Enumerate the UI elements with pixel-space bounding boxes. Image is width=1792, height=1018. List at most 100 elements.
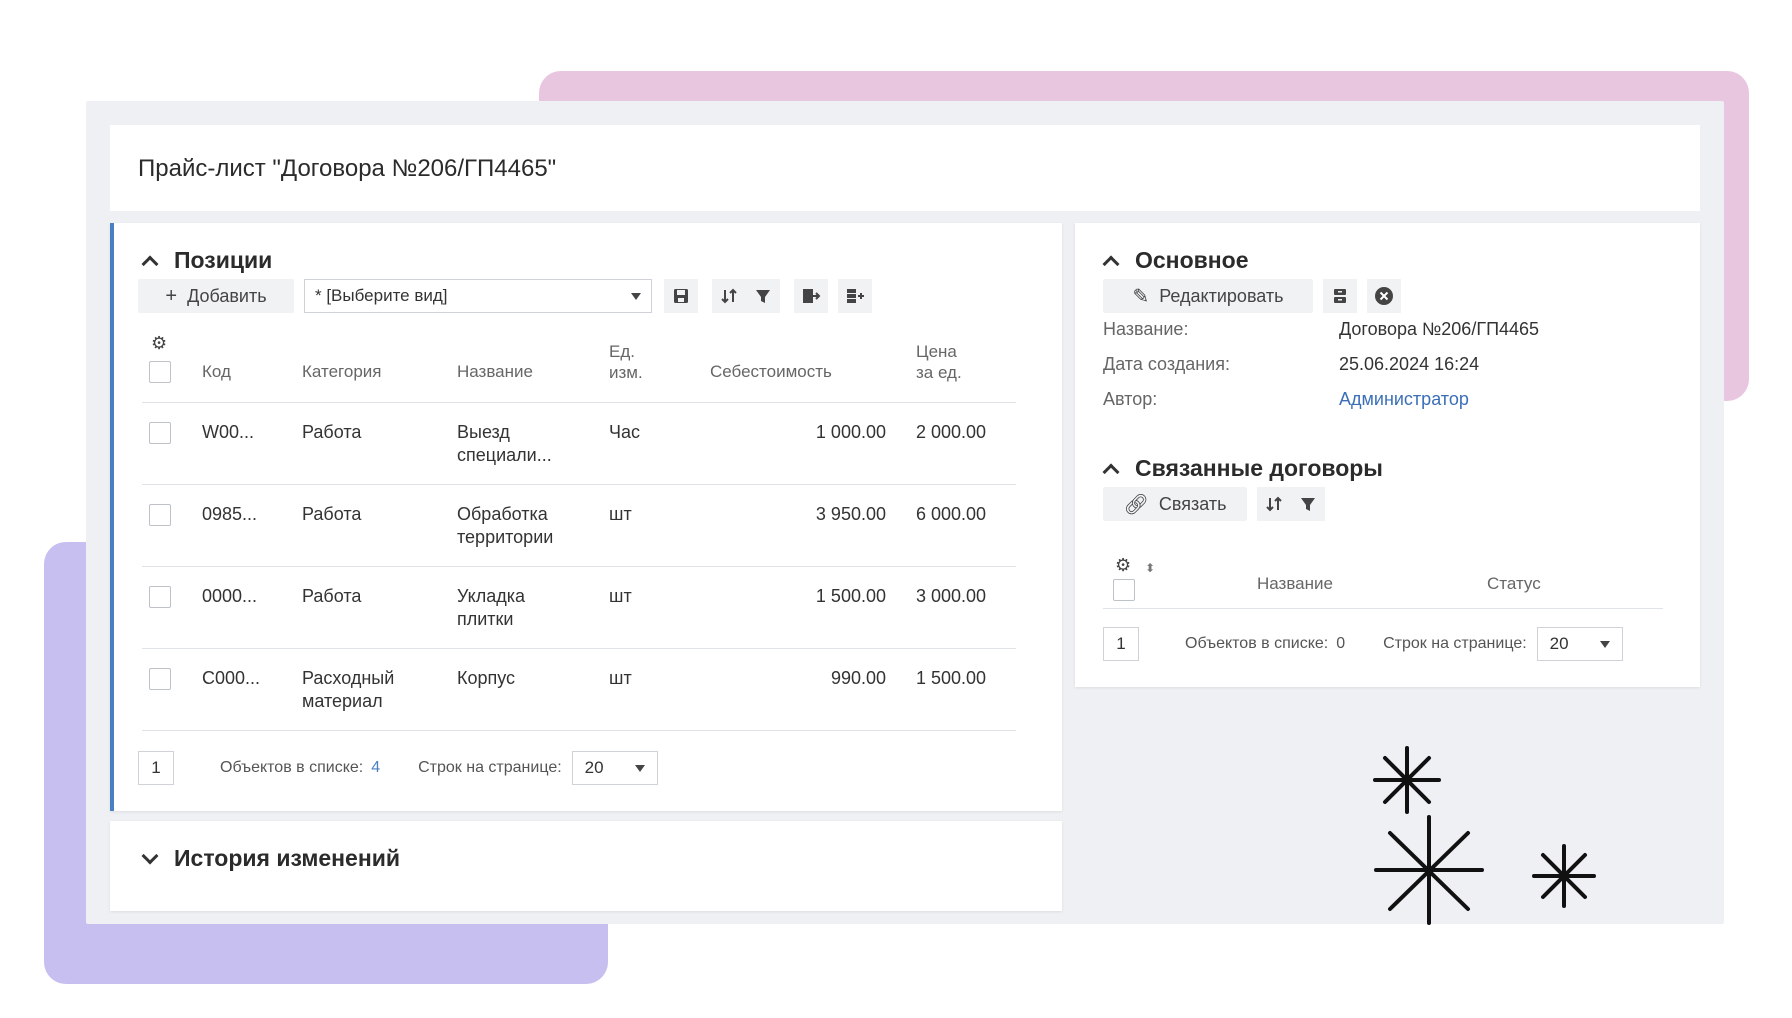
gear-icon[interactable]: ⚙ [151, 333, 167, 354]
table-row[interactable]: 0985... Работа Обработка территории шт 3 … [142, 485, 1016, 567]
cell-unit: шт [609, 586, 632, 606]
rows-label: Строк на странице: [418, 759, 562, 776]
chevron-down-icon [1599, 640, 1610, 648]
row-checkbox[interactable] [149, 422, 171, 444]
chevron-up-icon [1102, 463, 1120, 480]
export-button[interactable] [794, 279, 828, 313]
cell-name: Выезд специали... [457, 421, 552, 467]
sort-button[interactable] [1257, 487, 1291, 521]
col-status[interactable]: Статус [1487, 573, 1541, 594]
cell-code: 0000... [202, 586, 258, 606]
cell-category: Работа [302, 421, 361, 444]
cell-price: 1 500.00 [916, 668, 987, 688]
history-panel: История изменений [110, 821, 1062, 911]
sort-arrows-icon[interactable]: ⬍ [1145, 561, 1155, 575]
row-checkbox[interactable] [149, 504, 171, 526]
cell-unit: Час [609, 422, 641, 442]
field-created-label: Дата создания: [1103, 354, 1230, 374]
archive-button[interactable] [1323, 279, 1357, 313]
table-row[interactable]: W00... Работа Выезд специали... Час 1 000… [142, 403, 1016, 485]
related-title: Связанные договоры [1135, 455, 1383, 481]
cell-name-line1: Обработка [457, 504, 548, 524]
edit-button-label: Редактировать [1159, 285, 1284, 306]
col-cost[interactable]: Себестоимость [710, 361, 832, 382]
page-title: Прайс-лист "Договора №206/ГП4465" [138, 155, 557, 182]
title-card: Прайс-лист "Договора №206/ГП4465" [110, 125, 1700, 211]
col-price-line2: за ед. [916, 363, 962, 382]
count-value: 4 [371, 759, 381, 776]
positions-header[interactable]: Позиции [141, 247, 273, 274]
cell-code: 0985... [202, 504, 258, 524]
positions-table: ⚙ Код Категория Название Ед. изм. Себест… [142, 331, 1016, 731]
chevron-down-icon [631, 292, 641, 300]
rows-per-page-value: 20 [584, 758, 604, 777]
col-unit[interactable]: Ед. изм. [609, 341, 643, 383]
cell-unit: шт [609, 504, 632, 524]
cell-name-line2: плитки [457, 609, 514, 629]
link-icon: 🔗︎ [1123, 493, 1149, 516]
page-number[interactable]: 1 [1103, 627, 1139, 661]
cell-price: 6 000.00 [916, 504, 987, 524]
page-number[interactable]: 1 [138, 751, 174, 785]
count-label: Объектов в списке: [220, 759, 364, 776]
link-button[interactable]: 🔗︎ Связать [1103, 487, 1247, 521]
save-button[interactable] [664, 279, 698, 313]
col-price-line1: Цена [916, 342, 957, 361]
filter-button[interactable] [1291, 487, 1325, 521]
rows-per-page-select[interactable]: 20 [571, 751, 658, 785]
columns-button[interactable] [838, 279, 872, 313]
author-link[interactable]: Администратор [1339, 389, 1469, 410]
rows-per-page-select[interactable]: 20 [1536, 627, 1623, 661]
view-select[interactable]: * [Выберите вид] [304, 279, 652, 313]
related-pager: 1 Объектов в списке: 0 Строк на странице… [1103, 627, 1623, 661]
main-toolbar: ✎ Редактировать [1103, 279, 1401, 313]
select-all-checkbox[interactable] [149, 361, 171, 383]
table-row[interactable]: C000... Расходный материал Корпус шт 990.… [142, 649, 1016, 731]
col-category[interactable]: Категория [302, 361, 381, 382]
main-header[interactable]: Основное [1102, 247, 1249, 274]
rows-per-page-value: 20 [1549, 634, 1569, 653]
cell-name-line2: территории [457, 527, 554, 547]
select-all-checkbox[interactable] [1113, 579, 1135, 601]
history-header[interactable]: История изменений [141, 845, 400, 872]
cell-category-line1: Работа [302, 504, 362, 524]
chevron-down-icon [141, 847, 159, 864]
related-toolbar: 🔗︎ Связать [1103, 487, 1325, 521]
col-name[interactable]: Название [1257, 573, 1333, 594]
close-button[interactable] [1367, 279, 1401, 313]
columns-icon [847, 289, 864, 303]
col-price[interactable]: Цена за ед. [916, 341, 962, 383]
positions-title: Позиции [174, 247, 273, 273]
field-author-label: Автор: [1103, 389, 1158, 409]
sparkle-icon [1373, 746, 1441, 814]
plus-icon: + [165, 284, 178, 307]
table-row[interactable]: 0000... Работа Укладка плитки шт 1 500.00… [142, 567, 1016, 649]
gear-icon[interactable]: ⚙ [1115, 555, 1131, 576]
add-button[interactable]: + Добавить [138, 279, 294, 313]
filter-button[interactable] [746, 279, 780, 313]
positions-panel: Позиции + Добавить * [Выберите вид] ⚙ Ко… [110, 223, 1062, 811]
view-select-value: * [Выберите вид] [315, 286, 448, 305]
cell-code: C000... [202, 668, 261, 688]
col-code[interactable]: Код [202, 361, 231, 382]
cell-category-line1: Работа [302, 422, 362, 442]
field-created-value: 25.06.2024 16:24 [1339, 354, 1480, 374]
app-window: Прайс-лист "Договора №206/ГП4465" Позици… [86, 101, 1724, 925]
cell-category-line2: материал [302, 691, 383, 711]
row-checkbox[interactable] [149, 668, 171, 690]
chevron-down-icon [634, 764, 645, 772]
cell-category-line1: Расходный [302, 668, 395, 688]
count-label: Объектов в списке: [1185, 635, 1329, 652]
row-checkbox[interactable] [149, 586, 171, 608]
col-name[interactable]: Название [457, 361, 533, 382]
cell-cost: 1 000.00 [815, 422, 886, 442]
cell-name: Корпус [457, 667, 515, 690]
positions-pager: 1 Объектов в списке: 4 Строк на странице… [138, 751, 658, 785]
edit-button[interactable]: ✎ Редактировать [1103, 279, 1313, 313]
count-value: 0 [1336, 635, 1346, 652]
filter-icon [1301, 498, 1315, 511]
sort-button[interactable] [712, 279, 746, 313]
main-title: Основное [1135, 247, 1249, 273]
cell-cost: 1 500.00 [815, 586, 886, 606]
related-header[interactable]: Связанные договоры [1102, 455, 1383, 482]
